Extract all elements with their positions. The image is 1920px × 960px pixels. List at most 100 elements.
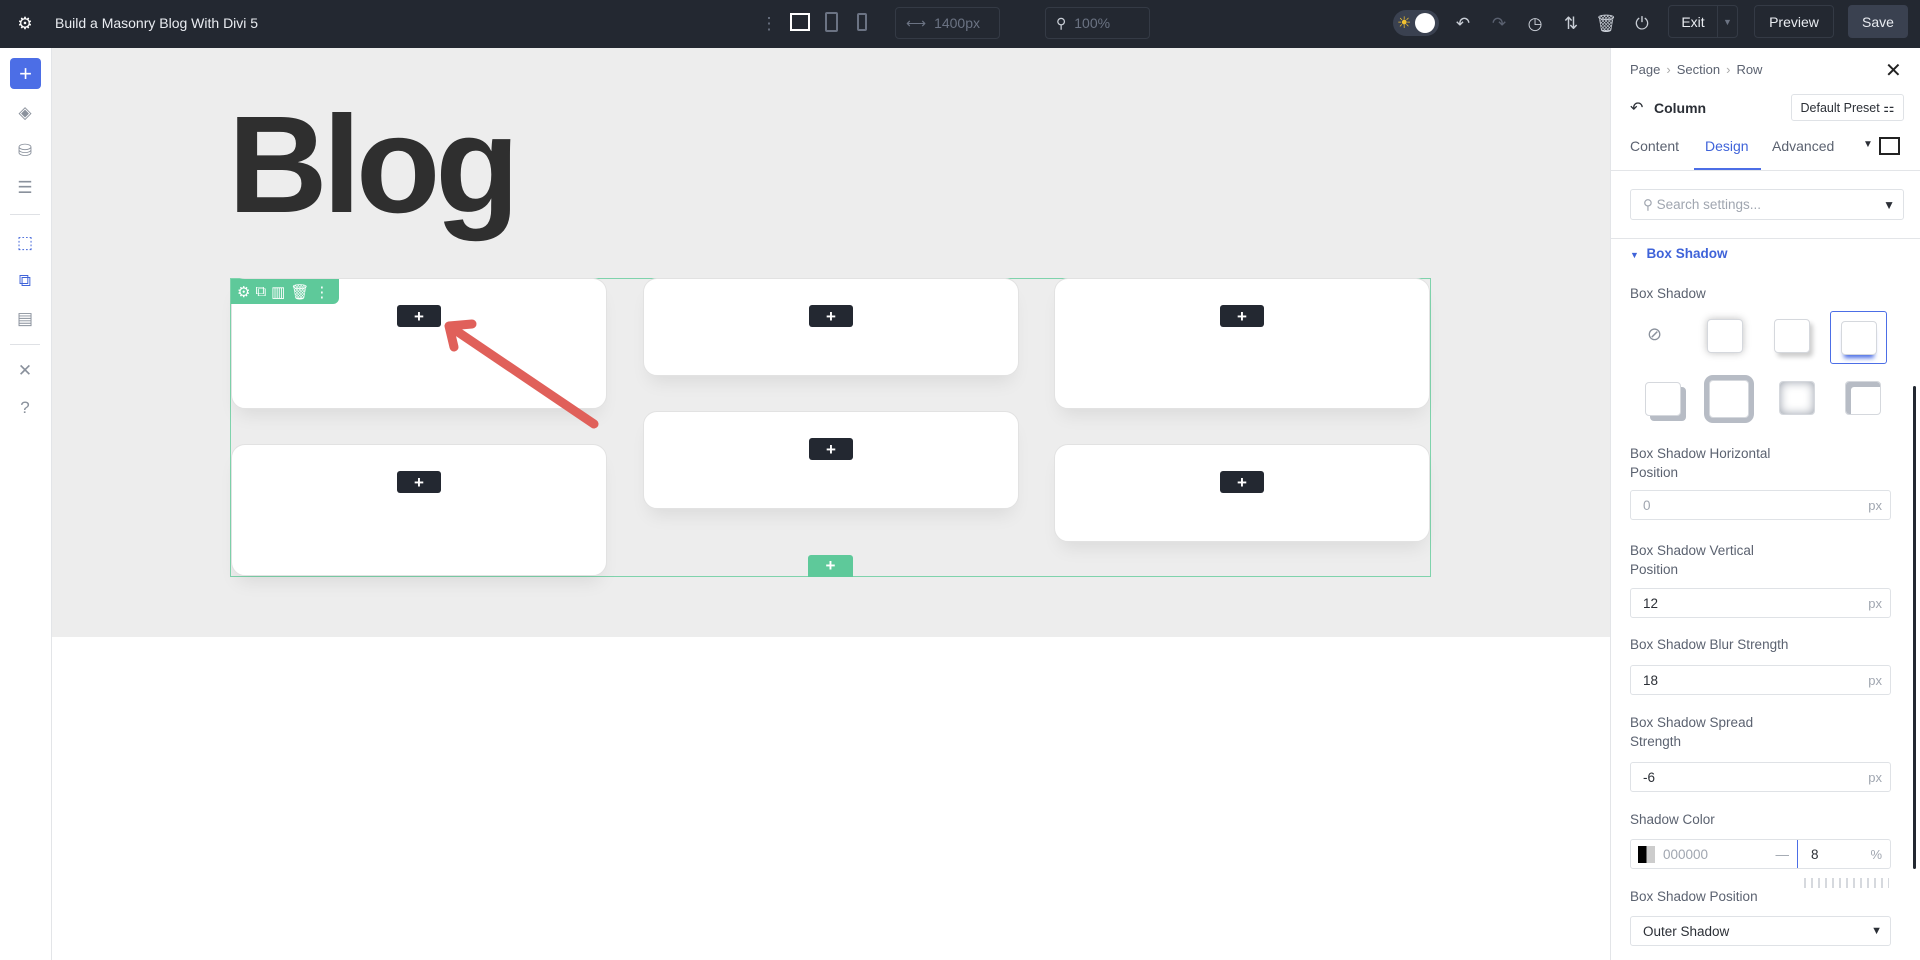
delete-icon[interactable]: 🗑 [290,283,309,301]
opacity-value[interactable]: 8 [1798,847,1870,862]
tab-content[interactable]: Content [1630,138,1679,154]
column-2-card-2[interactable] [643,411,1019,509]
add-module-button[interactable]: + [397,305,441,327]
more-icon[interactable]: ⋮ [314,283,329,301]
phone-view-icon[interactable] [857,13,867,31]
desktop-view-icon[interactable] [790,13,810,31]
more-dots-icon[interactable]: ⋮ [756,11,782,37]
layers-icon[interactable]: ◈ [12,100,38,126]
tab-design[interactable]: Design [1705,138,1749,154]
add-row-button[interactable]: + [808,555,853,577]
breadcrumb-section[interactable]: Section [1677,62,1720,77]
layout-icon[interactable]: ☰ [12,175,38,201]
sun-icon: ☀ [1397,15,1412,32]
shadow-preset-3[interactable] [1774,319,1810,353]
settings-gear-icon[interactable]: ⚙ [12,11,38,37]
spread-strength-input[interactable]: -6 px [1630,762,1891,792]
exit-dropdown-chevron-icon[interactable]: ▼ [1717,5,1738,38]
column-1-card-2[interactable] [231,444,607,576]
spread-label: Box Shadow Spread Strength [1630,713,1753,751]
dropdown-caret-icon[interactable]: ▼ [1863,139,1873,150]
breadcrumb-page[interactable]: Page [1630,62,1660,77]
database-icon[interactable]: ⛁ [12,138,38,164]
add-module-button[interactable]: + [809,438,853,460]
blur-strength-input[interactable]: 18 px [1630,665,1891,695]
left-sidebar: + ◈ ⛁ ☰ ⬚ ⧉ ▤ ✕ ? [0,48,52,960]
shadow-color-input[interactable]: 000000 — 8 % [1630,839,1891,869]
add-module-button[interactable]: + [397,471,441,493]
back-icon[interactable]: ↶ [1630,98,1643,118]
tablet-view-icon[interactable] [825,12,838,32]
shadow-preset-2[interactable] [1707,319,1743,353]
caret-down-icon: ▼ [1630,250,1639,260]
color-swatch[interactable] [1638,845,1655,863]
chevron-down-icon: ▼ [1871,925,1882,937]
label-line: Box Shadow Horizontal [1630,446,1771,461]
opacity-slider[interactable] [1804,878,1889,888]
trash-icon[interactable]: 🗑 [1593,11,1619,37]
power-icon[interactable]: ⏻ [1629,11,1655,37]
search-placeholder: Search settings... [1656,196,1761,212]
tab-advanced[interactable]: Advanced [1772,138,1834,154]
shadow-preset-8[interactable] [1845,381,1881,415]
unit: px [1868,769,1882,785]
save-button[interactable]: Save [1848,5,1908,38]
close-icon[interactable]: ✕ [1885,58,1902,83]
panel-scrollbar[interactable] [1913,386,1916,869]
box-shadow-label: Box Shadow [1630,286,1706,301]
width-value: 1400px [934,15,981,31]
shadow-color-label: Shadow Color [1630,812,1715,827]
search-icon: ⚲ [1056,14,1067,31]
box-shadow-group-toggle[interactable]: ▼ Box Shadow [1630,246,1727,261]
add-module-button[interactable]: + [1220,305,1264,327]
width-input[interactable]: ⟷ 1400px [895,7,1000,39]
preset-label: Default Preset [1800,100,1880,115]
redo-icon[interactable]: ↷ [1486,11,1512,37]
column-2-card-1[interactable] [643,278,1019,376]
shadow-preset-7[interactable] [1779,381,1815,415]
help-icon[interactable]: ? [12,395,38,421]
blur-label: Box Shadow Blur Strength [1630,637,1789,652]
divider [10,214,40,215]
add-module-button[interactable]: + [809,305,853,327]
exit-button[interactable]: Exit [1668,5,1718,38]
input-value: 12 [1643,595,1659,611]
vertical-position-input[interactable]: 12 px [1630,588,1891,618]
template-preview-icon[interactable]: ▤ [12,306,38,332]
preset-icon: ⚏ [1883,101,1895,115]
unit: px [1868,595,1882,611]
filter-icon[interactable]: ▼ [1883,198,1895,212]
history-icon[interactable]: ◷ [1522,11,1548,37]
undo-icon[interactable]: ↶ [1450,11,1476,37]
shadow-preset-6[interactable] [1709,380,1749,418]
settings-icon[interactable]: ⚙ [237,283,250,301]
add-module-button[interactable]: + [1220,471,1264,493]
no-shadow-icon[interactable]: ⊘ [1647,324,1662,345]
search-settings-input[interactable]: ⚲ Search settings... ▼ [1630,189,1904,220]
shadow-position-select[interactable]: Outer Shadow ▼ [1630,916,1891,946]
preview-button[interactable]: Preview [1754,5,1834,38]
toggle-knob [1415,13,1435,33]
theme-toggle[interactable]: ☀ [1393,10,1439,36]
columns-icon[interactable]: ▥ [271,283,285,301]
divider [1611,170,1920,171]
breadcrumb-row[interactable]: Row [1736,62,1762,77]
horizontal-position-input[interactable]: 0 px [1630,490,1891,520]
shadow-preset-5[interactable] [1645,382,1681,416]
tools-icon[interactable]: ✕ [12,358,38,384]
select-cursor-icon[interactable]: ⬚ [12,230,38,256]
element-title: Column [1654,100,1707,116]
duplicate-icon[interactable]: ⧉ [255,283,266,300]
multi-select-cursor-icon[interactable]: ⧉ [12,268,38,294]
sort-icon[interactable]: ⇅ [1558,11,1584,37]
column-3-card-1[interactable] [1054,278,1430,409]
blog-heading[interactable]: Blog [228,96,520,234]
preset-dropdown[interactable]: Default Preset ⚏ [1791,94,1904,121]
unit: px [1868,672,1882,688]
add-icon[interactable]: + [10,58,41,89]
responsive-desktop-icon[interactable] [1879,137,1900,155]
zoom-input[interactable]: ⚲ 100% [1045,7,1150,39]
column-3-card-2[interactable] [1054,444,1430,542]
shadow-preset-4-selected[interactable] [1830,311,1887,364]
input-value: 18 [1643,672,1659,688]
